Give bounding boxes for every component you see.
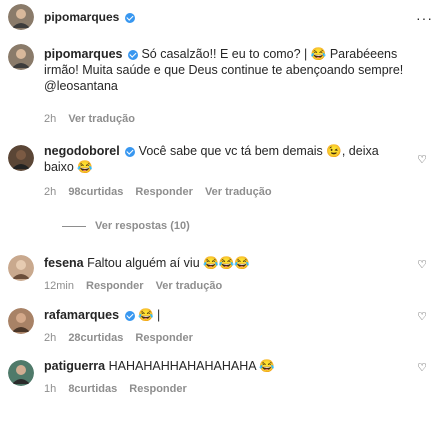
heart-icon[interactable]: ♡	[417, 361, 427, 374]
translate-link[interactable]: Ver tradução	[156, 280, 223, 292]
comment-text: negodoborel Você sabe que vc tá bem dema…	[44, 143, 394, 175]
heart-icon[interactable]: ♡	[417, 258, 427, 271]
like-count[interactable]: 8curtidas	[68, 383, 117, 395]
reply-link[interactable]: Responder	[129, 383, 186, 395]
caption: pipomarques Só casalzão!! E eu to como? …	[44, 46, 404, 94]
verified-icon	[127, 49, 138, 60]
comment-username[interactable]: rafamarques	[44, 308, 119, 322]
avatar[interactable]	[8, 145, 34, 171]
reply-link[interactable]: Responder	[135, 332, 192, 344]
verified-icon	[125, 146, 136, 157]
avatar[interactable]	[8, 4, 34, 30]
avatar[interactable]	[8, 308, 34, 334]
heart-icon[interactable]: ♡	[417, 153, 427, 166]
comment-time: 1h	[44, 383, 57, 395]
comment-body: 😂 |	[138, 308, 161, 322]
replies-divider	[62, 225, 86, 227]
ellipsis-icon[interactable]: ···	[416, 10, 433, 26]
avatar[interactable]	[8, 360, 34, 386]
avatar[interactable]	[8, 255, 34, 281]
comment-text: rafamarques 😂 |	[44, 307, 394, 323]
translate-link[interactable]: Ver tradução	[68, 113, 135, 125]
like-count[interactable]: 28curtidas	[68, 332, 123, 344]
post-author-username[interactable]: pipomarques	[44, 10, 119, 24]
like-count[interactable]: 98curtidas	[68, 186, 123, 198]
comment-body: HAHAHAHHAHAHAHAHA 😂	[108, 359, 275, 373]
comment-username[interactable]: negodoborel	[44, 144, 120, 158]
caption-time: 2h	[44, 113, 57, 125]
comment-time: 12min	[44, 280, 74, 292]
heart-icon[interactable]: ♡	[417, 310, 427, 323]
comment-text: fesena Faltou alguém aí viu 😂😂😂	[44, 255, 394, 271]
comment-text: patiguerra HAHAHAHHAHAHAHAHA 😂	[44, 358, 394, 374]
comment-username[interactable]: fesena	[44, 256, 84, 270]
comment-body: Faltou alguém aí viu 😂😂😂	[87, 256, 250, 270]
avatar[interactable]	[8, 44, 34, 70]
comment-time: 2h	[44, 332, 57, 344]
translate-link[interactable]: Ver tradução	[205, 186, 272, 198]
verified-icon	[124, 12, 135, 23]
view-replies-link[interactable]: Ver respostas (10)	[95, 220, 190, 232]
comment-username[interactable]: patiguerra	[44, 359, 105, 373]
reply-link[interactable]: Responder	[135, 186, 192, 198]
reply-link[interactable]: Responder	[86, 280, 143, 292]
verified-icon	[124, 310, 135, 321]
comment-time: 2h	[44, 186, 57, 198]
caption-username[interactable]: pipomarques	[44, 47, 123, 61]
